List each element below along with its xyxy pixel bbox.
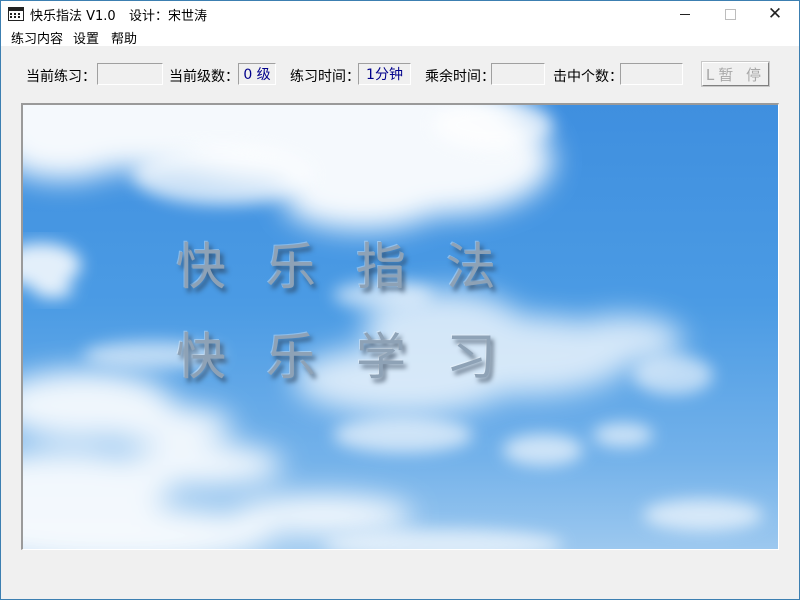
title-bar[interactable]: 快乐指法 V1.0 设计：宋世涛 ✕	[1, 1, 799, 27]
practice-time-label: 练习时间：	[290, 69, 360, 85]
menu-settings[interactable]: 设置	[73, 28, 99, 47]
menu-practice-content[interactable]: 练习内容	[11, 28, 63, 47]
minimize-button[interactable]	[662, 1, 708, 27]
app-window: 快乐指法 V1.0 设计：宋世涛 ✕ 练习内容 设置 帮助 当前练习： 当前级数…	[0, 0, 800, 600]
close-button[interactable]: ✕	[752, 1, 798, 27]
remaining-time-label: 乘余时间：	[425, 69, 495, 85]
current-level-field: 0 级	[238, 63, 276, 85]
practice-time-field: 1分钟	[358, 63, 411, 85]
window-title: 快乐指法 V1.0	[30, 9, 116, 24]
minimize-icon	[680, 13, 690, 15]
pause-button[interactable]: L暂 停	[701, 61, 770, 87]
practice-display-area[interactable]: 快乐指法 快乐学习	[21, 103, 779, 550]
maximize-button	[707, 1, 753, 27]
hits-count-field	[620, 63, 683, 85]
menu-help[interactable]: 帮助	[111, 28, 137, 47]
remaining-time-field	[491, 63, 545, 85]
bottom-area	[1, 551, 799, 599]
menu-bar: 练习内容 设置 帮助	[1, 27, 799, 47]
maximize-icon	[724, 8, 736, 20]
banner-line-1: 快乐指法	[176, 238, 536, 296]
keyboard-icon[interactable]	[8, 7, 24, 21]
close-icon: ✕	[767, 3, 783, 24]
current-practice-label: 当前练习：	[26, 69, 96, 85]
hits-count-label: 击中个数：	[553, 69, 623, 85]
current-level-label: 当前级数：	[169, 69, 239, 85]
current-practice-field	[97, 63, 163, 85]
banner-line-2: 快乐学习	[176, 328, 536, 386]
designer-credit: 设计：宋世涛	[129, 9, 208, 24]
